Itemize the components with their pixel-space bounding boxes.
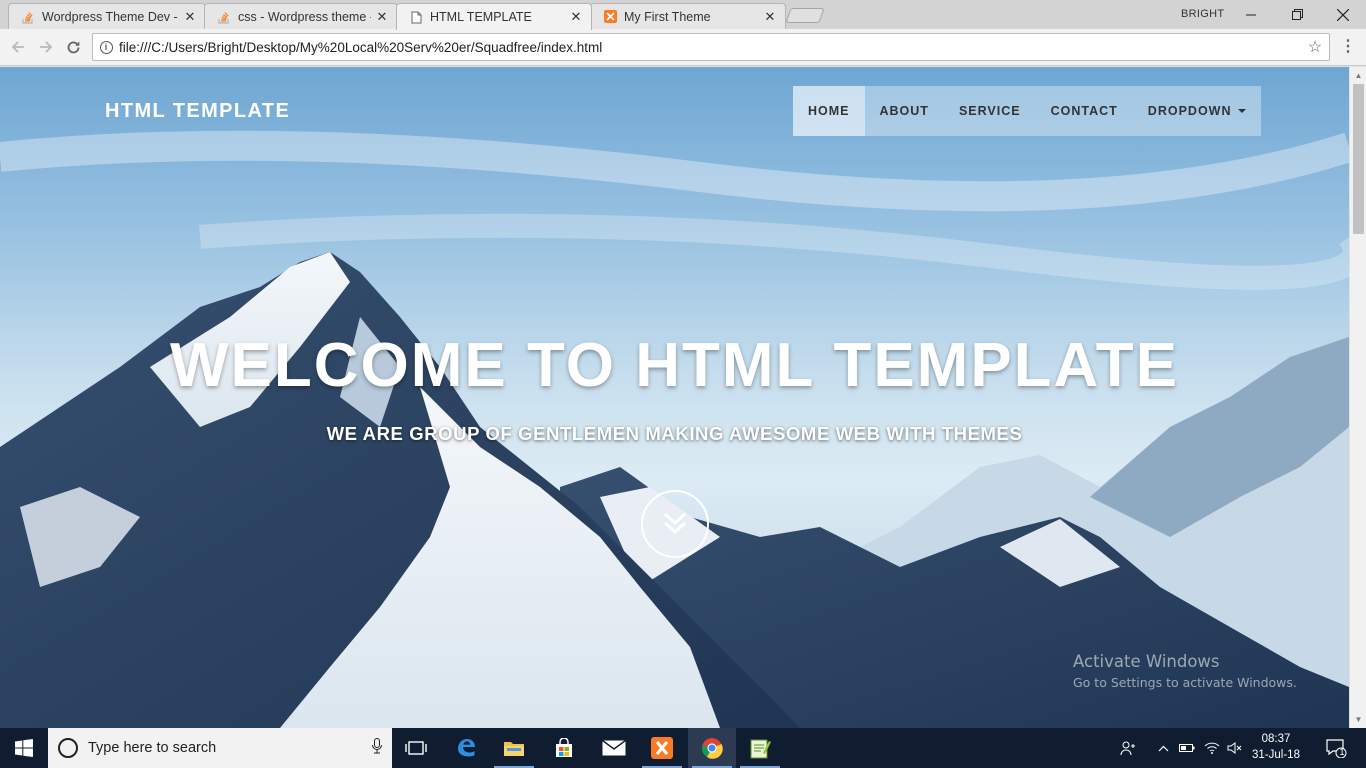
hero-title: WELCOME TO HTML TEMPLATE xyxy=(170,331,1179,400)
scroll-down-arrow-icon[interactable]: ▼ xyxy=(1350,711,1366,728)
stackoverflow-icon xyxy=(21,10,35,24)
nav-item-label: SERVICE xyxy=(958,104,1021,118)
search-placeholder: Type here to search xyxy=(88,740,217,756)
action-center-icon[interactable]: 1 xyxy=(1316,728,1356,768)
double-chevron-down-icon xyxy=(663,512,687,535)
caret-down-icon xyxy=(1237,109,1246,113)
close-tab-icon[interactable]: ✕ xyxy=(763,9,777,25)
activate-windows-watermark: Activate Windows Go to Settings to activ… xyxy=(1073,652,1297,690)
tab-title: Wordpress Theme Dev - xyxy=(42,9,178,24)
minimize-icon[interactable] xyxy=(1228,0,1274,29)
forward-arrow-icon[interactable] xyxy=(36,37,56,57)
back-arrow-icon[interactable] xyxy=(8,37,28,57)
nav-item-service[interactable]: SERVICE xyxy=(944,86,1036,136)
tab-my-first-theme[interactable]: My First Theme ✕ xyxy=(590,3,786,29)
battery-icon[interactable] xyxy=(1176,728,1198,768)
windows-taskbar: Type here to search 08:37 31-Jul-18 1 xyxy=(0,728,1366,768)
tab-html-template[interactable]: HTML TEMPLATE ✕ xyxy=(396,3,592,30)
people-icon[interactable] xyxy=(1116,728,1140,768)
close-tab-icon[interactable]: ✕ xyxy=(183,9,197,25)
store-icon[interactable] xyxy=(540,728,588,768)
stackoverflow-icon xyxy=(217,10,231,24)
tab-wordpress-theme-dev[interactable]: Wordpress Theme Dev - ✕ xyxy=(8,3,206,29)
tab-css-wordpress-theme[interactable]: css - Wordpress theme - ✕ xyxy=(204,3,398,29)
scroll-up-arrow-icon[interactable]: ▲ xyxy=(1350,67,1366,84)
new-tab-button[interactable] xyxy=(785,8,825,23)
close-tab-icon[interactable]: ✕ xyxy=(375,9,389,25)
edge-icon[interactable] xyxy=(442,728,490,768)
tab-title: My First Theme xyxy=(624,9,711,24)
nav-item-label: CONTACT xyxy=(1050,104,1118,118)
nav-item-contact[interactable]: CONTACT xyxy=(1036,86,1133,136)
notification-count: 1 xyxy=(1339,747,1345,757)
mail-icon[interactable] xyxy=(590,728,638,768)
wifi-icon[interactable] xyxy=(1200,728,1224,768)
browser-tab-strip: Wordpress Theme Dev - ✕ css - Wordpress … xyxy=(0,0,1366,30)
site-brand[interactable]: HTML TEMPLATE xyxy=(105,100,290,123)
watermark-subtitle: Go to Settings to activate Windows. xyxy=(1073,675,1297,690)
bookmark-star-icon[interactable]: ☆ xyxy=(1301,37,1329,57)
browser-toolbar: i file:///C:/Users/Bright/Desktop/My%20L… xyxy=(0,29,1366,66)
url-text[interactable]: file:///C:/Users/Bright/Desktop/My%20Loc… xyxy=(119,40,1301,55)
tab-title: css - Wordpress theme - xyxy=(238,9,371,24)
volume-muted-icon[interactable] xyxy=(1224,728,1246,768)
chevron-up-icon[interactable] xyxy=(1152,728,1174,768)
main-navigation: HOME ABOUT SERVICE CONTACT DROPDOWN xyxy=(793,86,1261,136)
nav-item-label: DROPDOWN xyxy=(1147,104,1232,118)
address-bar[interactable]: i file:///C:/Users/Bright/Desktop/My%20L… xyxy=(92,33,1330,61)
chrome-icon[interactable] xyxy=(688,728,736,768)
notepad-plus-plus-icon[interactable] xyxy=(736,728,784,768)
nav-item-label: ABOUT xyxy=(879,104,929,118)
windows-start-icon[interactable] xyxy=(0,728,48,768)
site-info-icon[interactable]: i xyxy=(93,40,119,54)
reload-icon[interactable] xyxy=(63,37,83,57)
hero-subtitle: WE ARE GROUP OF GENTLEMEN MAKING AWESOME… xyxy=(326,423,1023,444)
xampp-icon[interactable] xyxy=(638,728,686,768)
cortana-icon xyxy=(58,738,78,758)
scroll-down-button[interactable] xyxy=(641,490,709,558)
clock-date: 31-Jul-18 xyxy=(1252,749,1300,761)
scrollbar-thumb[interactable] xyxy=(1353,84,1364,234)
web-page: HTML TEMPLATE HOME ABOUT SERVICE CONTACT… xyxy=(0,67,1349,728)
nav-item-label: HOME xyxy=(808,104,850,118)
microphone-icon[interactable] xyxy=(362,737,392,759)
close-window-icon[interactable] xyxy=(1320,0,1366,29)
system-clock[interactable]: 08:37 31-Jul-18 xyxy=(1248,731,1304,763)
page-icon xyxy=(409,10,423,24)
xampp-icon xyxy=(603,10,617,24)
file-explorer-icon[interactable] xyxy=(490,728,538,768)
tab-title: HTML TEMPLATE xyxy=(430,10,532,24)
clock-time: 08:37 xyxy=(1261,733,1291,745)
watermark-title: Activate Windows xyxy=(1073,652,1220,671)
taskbar-search-box[interactable]: Type here to search xyxy=(48,728,392,768)
page-scrollbar[interactable]: ▲ ▼ xyxy=(1349,67,1366,728)
nav-item-about[interactable]: ABOUT xyxy=(865,86,944,136)
nav-item-dropdown[interactable]: DROPDOWN xyxy=(1133,86,1261,136)
close-tab-icon[interactable]: ✕ xyxy=(569,9,583,25)
restore-icon[interactable] xyxy=(1274,0,1320,29)
nav-item-home[interactable]: HOME xyxy=(793,86,865,136)
profile-name[interactable]: BRIGHT xyxy=(1181,8,1224,20)
chrome-menu-icon[interactable]: ⋮ xyxy=(1338,37,1358,57)
task-view-icon[interactable] xyxy=(392,728,440,768)
